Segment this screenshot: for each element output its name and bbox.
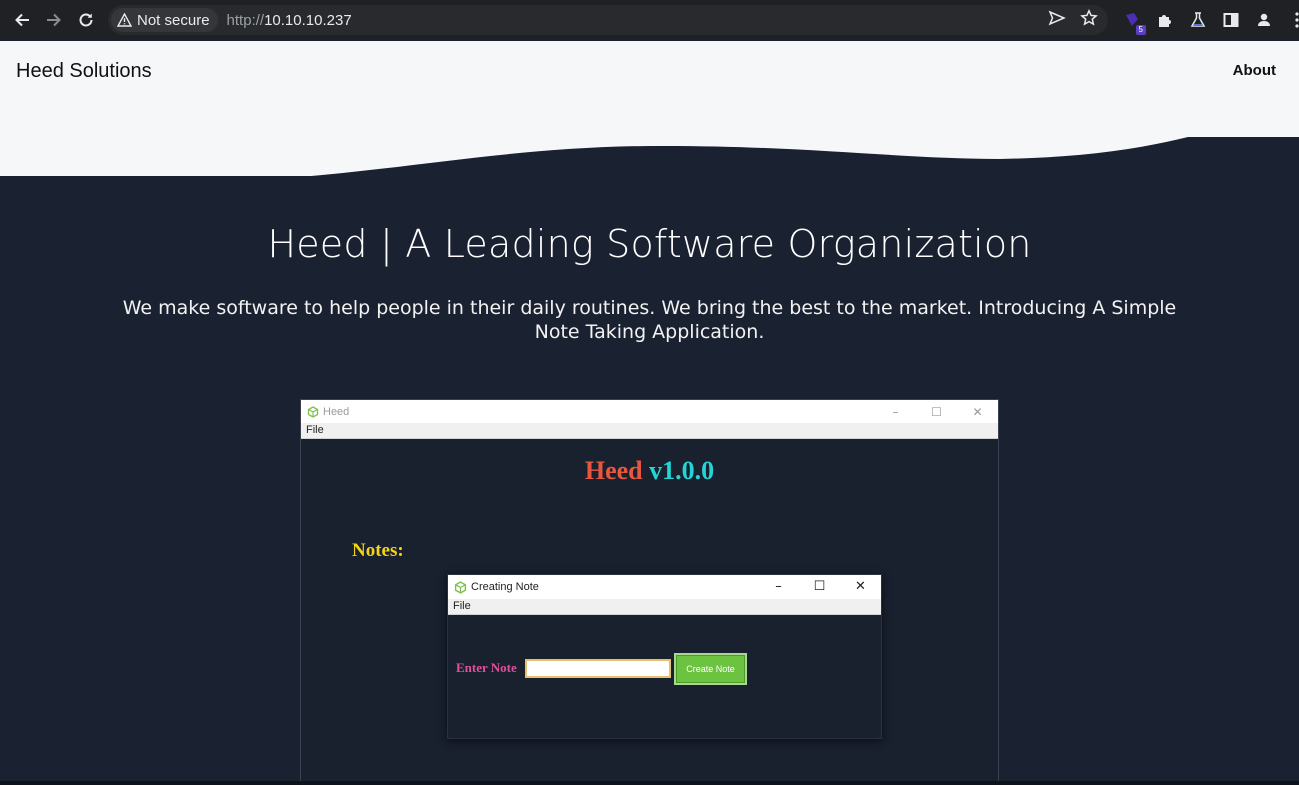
- security-chip[interactable]: Not secure: [111, 8, 218, 32]
- app-window-title: Heed: [323, 405, 350, 418]
- hero-subtitle: We make software to help people in their…: [122, 297, 1177, 343]
- back-icon[interactable]: [6, 4, 38, 36]
- labs-flask-icon[interactable]: [1188, 10, 1208, 30]
- url-scheme: http://: [226, 11, 265, 29]
- page-bottom-edge: [0, 781, 1299, 785]
- creating-note-dialog: Creating Note – ☐ ✕ File Enter Note Crea…: [447, 574, 882, 739]
- site-brand[interactable]: Heed Solutions: [16, 60, 152, 83]
- header-wave: [0, 137, 1299, 177]
- dialog-close-icon: ✕: [855, 579, 866, 594]
- app-version: v1.0.0: [649, 456, 715, 485]
- extension-badge: 5: [1135, 25, 1146, 35]
- profile-icon[interactable]: [1254, 10, 1274, 30]
- app-window-titlebar: Heed – ☐ ✕: [301, 400, 998, 423]
- close-icon: ✕: [972, 404, 983, 419]
- app-heading: Heed v1.0.0: [301, 456, 998, 486]
- dialog-maximize-icon: ☐: [813, 579, 826, 594]
- nav-about-link[interactable]: About: [1233, 62, 1276, 79]
- enter-note-label: Enter Note: [456, 660, 517, 675]
- minimize-icon: –: [892, 404, 899, 419]
- send-tab-icon[interactable]: [1048, 10, 1066, 30]
- bookmark-star-icon[interactable]: [1080, 8, 1098, 31]
- reload-icon[interactable]: [70, 4, 102, 36]
- app-cube-icon: [307, 405, 319, 418]
- dialog-minimize-icon: –: [775, 579, 782, 594]
- notes-label: Notes:: [352, 540, 404, 561]
- address-bar[interactable]: Not secure http://10.10.10.237: [108, 5, 1108, 35]
- dialog-titlebar: Creating Note – ☐ ✕: [448, 575, 881, 599]
- app-menubar: File: [301, 423, 998, 439]
- menu-kebab-icon[interactable]: [1287, 10, 1299, 30]
- side-panel-icon[interactable]: [1221, 10, 1241, 30]
- extensions-puzzle-icon[interactable]: [1155, 10, 1175, 30]
- url-host: 10.10.10.237: [264, 11, 352, 29]
- warning-icon: [117, 13, 132, 27]
- security-label: Not secure: [137, 11, 210, 29]
- dialog-cube-icon: [454, 580, 467, 594]
- url-text[interactable]: http://10.10.10.237: [227, 12, 352, 29]
- browser-toolbar: Not secure http://10.10.10.237 5: [0, 0, 1299, 40]
- site-header: Heed Solutions About: [0, 41, 1299, 177]
- extension-icon[interactable]: 5: [1122, 10, 1146, 35]
- app-name: Heed: [584, 456, 643, 485]
- hero-title: Heed | A Leading Software Organization: [267, 222, 1032, 266]
- dialog-menubar: File: [448, 599, 881, 615]
- create-note-button: Create Note: [674, 653, 747, 685]
- dialog-title: Creating Note: [471, 581, 539, 593]
- forward-icon[interactable]: [38, 4, 70, 36]
- maximize-icon: ☐: [931, 404, 942, 419]
- app-screenshot: Heed – ☐ ✕ File Heed v1.0.0 Notes: Creat…: [300, 399, 999, 785]
- dialog-menu-file: File: [453, 600, 471, 612]
- app-menu-file: File: [306, 424, 324, 436]
- note-input: [525, 659, 671, 678]
